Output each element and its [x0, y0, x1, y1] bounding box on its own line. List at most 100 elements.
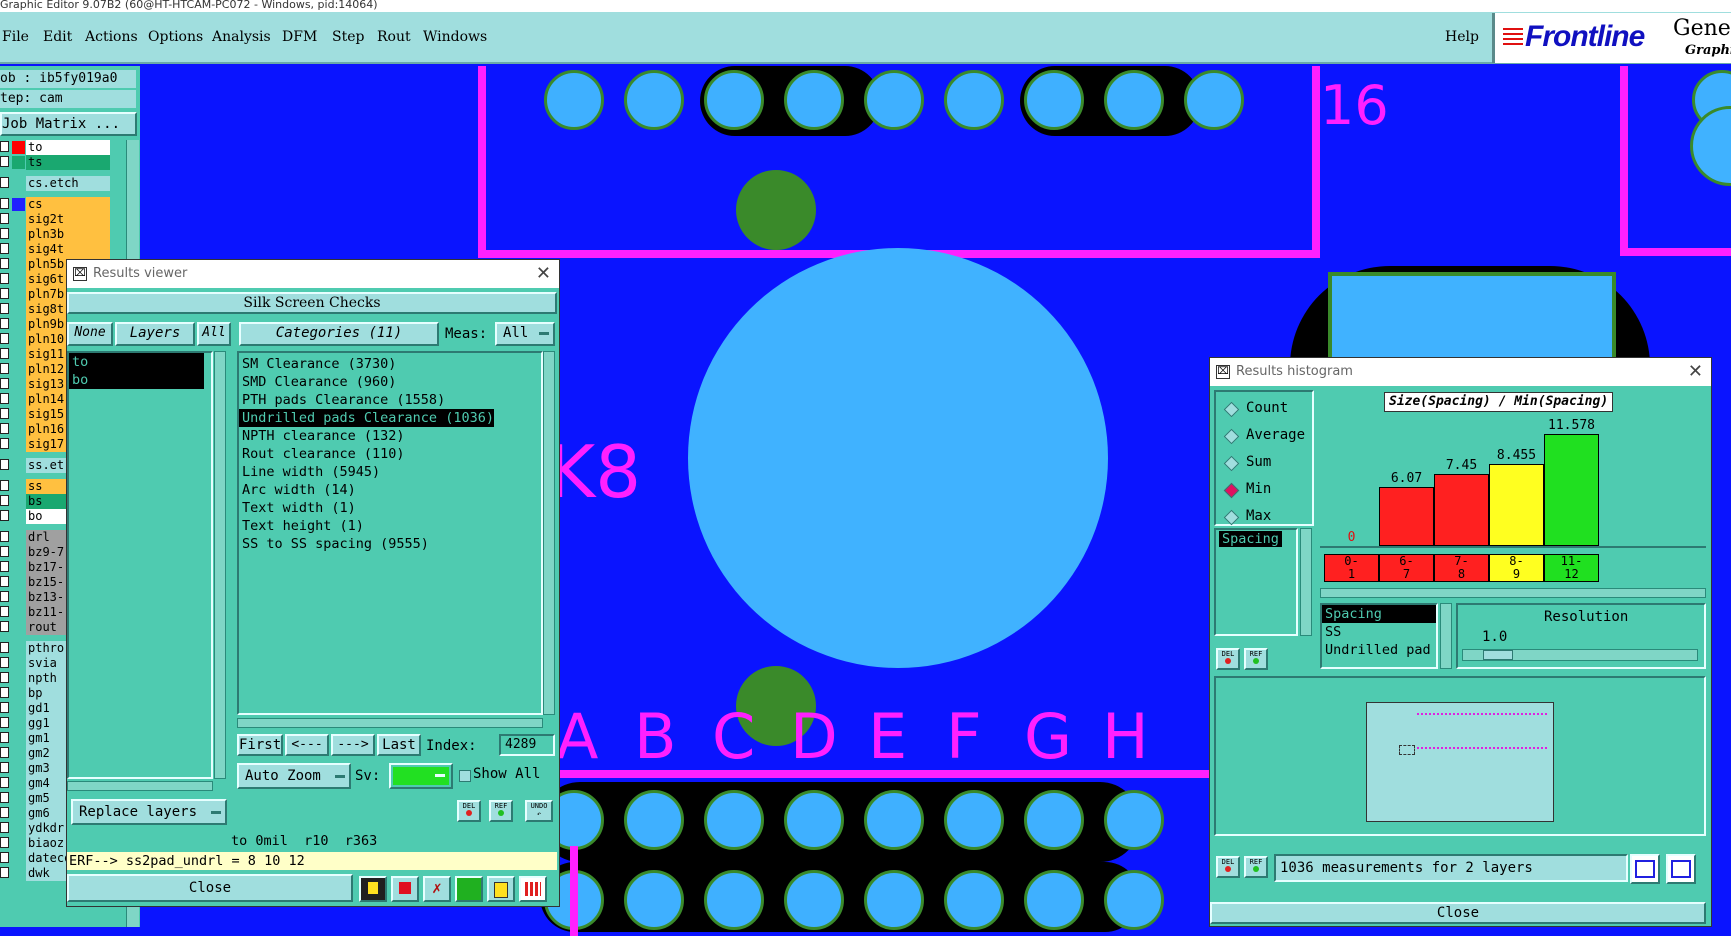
del-button[interactable]: DEL: [457, 800, 481, 822]
window-menu-icon[interactable]: ⌧: [73, 267, 87, 281]
layer-checkbox[interactable]: [0, 378, 9, 389]
layer-checkbox[interactable]: [0, 288, 9, 299]
category-item[interactable]: PTH pads Clearance (1558): [239, 391, 445, 409]
layers-list[interactable]: to bo: [67, 351, 213, 779]
field-item[interactable]: Spacing: [1322, 605, 1436, 623]
close-icon[interactable]: ✕: [1688, 358, 1703, 386]
chart-scrollbar[interactable]: [1320, 588, 1706, 598]
layer-checkbox[interactable]: [0, 318, 9, 329]
layer-checkbox[interactable]: [0, 606, 9, 617]
layer-checkbox[interactable]: [0, 273, 9, 284]
layer-checkbox[interactable]: [0, 156, 9, 167]
histogram-category-label[interactable]: 0- 1: [1324, 554, 1379, 582]
layer-checkbox[interactable]: [0, 510, 9, 521]
layer-row[interactable]: cs: [0, 197, 112, 212]
results-histogram-titlebar[interactable]: ⌧ Results histogram ✕: [1210, 358, 1711, 386]
layer-item[interactable]: bo: [69, 371, 204, 389]
category-item[interactable]: Arc width (14): [239, 481, 356, 499]
window-menu-icon[interactable]: ⌧: [1216, 365, 1230, 379]
categories-button[interactable]: Categories (11): [239, 322, 439, 346]
layer-checkbox[interactable]: [0, 732, 9, 743]
layer-row[interactable]: ts: [0, 155, 112, 170]
layer-checkbox[interactable]: [0, 702, 9, 713]
zoom-to-selection-icon[interactable]: [1630, 854, 1660, 884]
layer-row[interactable]: sig4t: [0, 242, 112, 257]
layer-checkbox[interactable]: [0, 687, 9, 698]
histogram-category-label[interactable]: 8- 9: [1489, 554, 1544, 582]
layer-checkbox[interactable]: [0, 642, 9, 653]
layer-checkbox[interactable]: [0, 852, 9, 863]
next-button[interactable]: --->: [331, 734, 375, 756]
layer-checkbox[interactable]: [0, 459, 9, 470]
layers-none-button[interactable]: None: [67, 322, 113, 346]
categories-hscrollbar[interactable]: [237, 718, 543, 728]
layer-row[interactable]: cs.etch: [0, 176, 112, 191]
layer-checkbox[interactable]: [0, 621, 9, 632]
tool-report-icon[interactable]: [487, 876, 515, 902]
layer-checkbox[interactable]: [0, 177, 9, 188]
first-button[interactable]: First: [237, 734, 283, 756]
results-viewer-close-button[interactable]: Close: [67, 874, 353, 902]
menu-analysis[interactable]: Analysis: [212, 29, 271, 45]
category-item[interactable]: NPTH clearance (132): [239, 427, 405, 445]
layer-checkbox[interactable]: [0, 480, 9, 491]
tool-count-icon[interactable]: [455, 876, 483, 902]
layer-checkbox[interactable]: [0, 546, 9, 557]
layers-all-button[interactable]: All: [197, 322, 231, 346]
show-all-checkbox[interactable]: [459, 770, 471, 782]
histogram-bar[interactable]: [1434, 474, 1489, 546]
layer-checkbox[interactable]: [0, 141, 9, 152]
field-item[interactable]: Undrilled pad: [1322, 641, 1436, 659]
histogram-category-label[interactable]: 7- 8: [1434, 554, 1489, 582]
layer-checkbox[interactable]: [0, 822, 9, 833]
histogram-icon[interactable]: [519, 876, 547, 902]
layer-checkbox[interactable]: [0, 438, 9, 449]
layer-checkbox[interactable]: [0, 762, 9, 773]
undo-button[interactable]: UNDO ↶: [525, 800, 553, 822]
field-list-scrollbar[interactable]: [1440, 603, 1452, 669]
histogram-bar[interactable]: [1489, 464, 1544, 546]
category-item[interactable]: Text height (1): [239, 517, 364, 535]
tool-erase-icon[interactable]: ✗: [423, 876, 451, 902]
layer-checkbox[interactable]: [0, 393, 9, 404]
category-item[interactable]: SM Clearance (3730): [239, 355, 396, 373]
category-item[interactable]: SS to SS spacing (9555): [239, 535, 429, 553]
layer-checkbox[interactable]: [0, 198, 9, 209]
layer-checkbox[interactable]: [0, 777, 9, 788]
layer-checkbox[interactable]: [0, 423, 9, 434]
menu-options[interactable]: Options: [148, 29, 203, 45]
layer-row[interactable]: pln3b: [0, 227, 112, 242]
results-viewer-titlebar[interactable]: ⌧ Results viewer ✕: [67, 260, 559, 288]
layer-row[interactable]: to: [0, 140, 112, 155]
layer-checkbox[interactable]: [0, 672, 9, 683]
layer-checkbox[interactable]: [0, 561, 9, 572]
histogram-del-button[interactable]: DEL: [1216, 648, 1240, 670]
prev-button[interactable]: <---: [285, 734, 329, 756]
close-icon[interactable]: ✕: [536, 260, 551, 288]
layer-row[interactable]: sig2t: [0, 212, 112, 227]
field-item[interactable]: SS: [1322, 623, 1436, 641]
category-item[interactable]: SMD Clearance (960): [239, 373, 396, 391]
summary-del-button[interactable]: DEL: [1216, 856, 1240, 878]
job-matrix-button[interactable]: Job Matrix ...: [0, 112, 137, 136]
histogram-bar[interactable]: [1544, 434, 1599, 546]
layers-list-hscrollbar[interactable]: [67, 781, 213, 791]
menu-actions[interactable]: Actions: [85, 29, 138, 45]
measure-list[interactable]: Spacing: [1214, 528, 1298, 636]
category-item[interactable]: Line width (5945): [239, 463, 380, 481]
categories-list[interactable]: SM Clearance (3730) SMD Clearance (960) PT…: [237, 351, 543, 715]
layer-checkbox[interactable]: [0, 228, 9, 239]
slider-thumb[interactable]: [1483, 650, 1513, 660]
layer-checkbox[interactable]: [0, 348, 9, 359]
tool-yellow-icon[interactable]: [359, 876, 387, 902]
layer-checkbox[interactable]: [0, 837, 9, 848]
field-list[interactable]: Spacing SS Undrilled pad: [1320, 603, 1438, 669]
ref-button[interactable]: REF: [489, 800, 513, 822]
zoom-back-icon[interactable]: [1666, 854, 1696, 884]
layer-checkbox[interactable]: [0, 333, 9, 344]
category-item[interactable]: Rout clearance (110): [239, 445, 405, 463]
histogram-category-label[interactable]: 11- 12: [1544, 554, 1599, 582]
menu-rout[interactable]: Rout: [377, 29, 411, 45]
layers-button[interactable]: Layers: [115, 322, 195, 346]
layer-checkbox[interactable]: [0, 807, 9, 818]
